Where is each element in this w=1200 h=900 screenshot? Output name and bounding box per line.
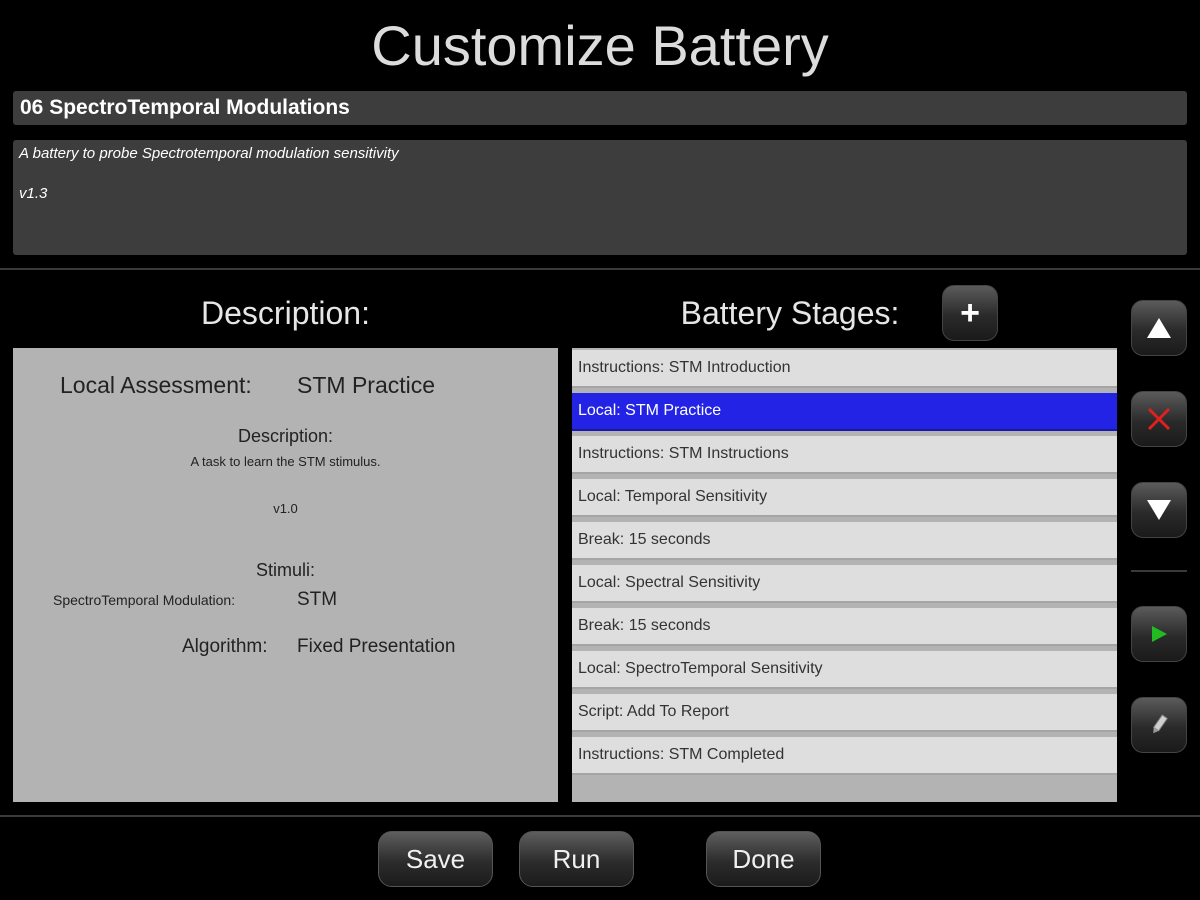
stimuli-label: Stimuli: — [255, 560, 315, 580]
move-down-button[interactable] — [1131, 482, 1187, 538]
list-item[interactable]: Instructions: STM Introduction — [572, 350, 1117, 388]
list-item[interactable]: Local: SpectroTemporal Sensitivity — [572, 651, 1117, 689]
stimulus-key: SpectroTemporal Modulation: — [53, 592, 236, 608]
run-button[interactable]: Run — [519, 831, 634, 887]
battery-description-text: A battery to probe Spectrotemporal modul… — [19, 145, 399, 162]
bottom-divider — [0, 815, 1200, 817]
up-triangle-icon — [1147, 318, 1171, 338]
assessment-version: v1.0 — [273, 501, 298, 516]
assessment-label: Local Assessment: — [60, 372, 252, 398]
delete-stage-button[interactable] — [1131, 391, 1187, 447]
stimulus-value: STM — [297, 589, 338, 610]
list-item[interactable]: Script: Add To Report — [572, 694, 1117, 732]
list-item[interactable]: Instructions: STM Completed — [572, 737, 1117, 775]
page-title: Customize Battery — [371, 14, 829, 77]
battery-description-field[interactable]: A battery to probe Spectrotemporal modul… — [13, 140, 1187, 255]
list-item[interactable]: Local: STM Practice — [572, 393, 1117, 431]
battery-stages-list[interactable]: Instructions: STM Introduction Local: ST… — [572, 348, 1117, 802]
battery-version-text: v1.3 — [19, 185, 48, 202]
run-stage-button[interactable] — [1131, 606, 1187, 662]
done-button[interactable]: Done — [706, 831, 821, 887]
pencil-icon — [1152, 714, 1168, 734]
description-panel: Local Assessment: STM Practice Descripti… — [13, 348, 558, 802]
side-divider — [1131, 570, 1187, 572]
algorithm-label: Algorithm: — [182, 636, 268, 657]
algorithm-value: Fixed Presentation — [297, 636, 456, 657]
stages-heading: Battery Stages: — [680, 295, 900, 331]
top-divider — [0, 268, 1200, 270]
description-text: A task to learn the STM stimulus. — [190, 454, 381, 469]
description-heading: Description: — [201, 295, 370, 331]
list-item[interactable]: Instructions: STM Instructions — [572, 436, 1117, 474]
battery-name-field[interactable]: 06 SpectroTemporal Modulations — [13, 91, 1187, 125]
move-up-button[interactable] — [1131, 300, 1187, 356]
plus-icon: + — [960, 293, 980, 332]
save-button[interactable]: Save — [378, 831, 493, 887]
play-icon — [1152, 626, 1167, 642]
edit-stage-button[interactable] — [1131, 697, 1187, 753]
close-x-icon — [1147, 407, 1171, 431]
add-stage-button[interactable]: + — [942, 285, 998, 341]
description-label: Description: — [237, 426, 334, 446]
list-item[interactable]: Local: Spectral Sensitivity — [572, 565, 1117, 603]
list-item[interactable]: Break: 15 seconds — [572, 522, 1117, 560]
down-triangle-icon — [1147, 500, 1171, 520]
assessment-value: STM Practice — [297, 372, 436, 398]
list-item[interactable]: Break: 15 seconds — [572, 608, 1117, 646]
list-item[interactable]: Local: Temporal Sensitivity — [572, 479, 1117, 517]
